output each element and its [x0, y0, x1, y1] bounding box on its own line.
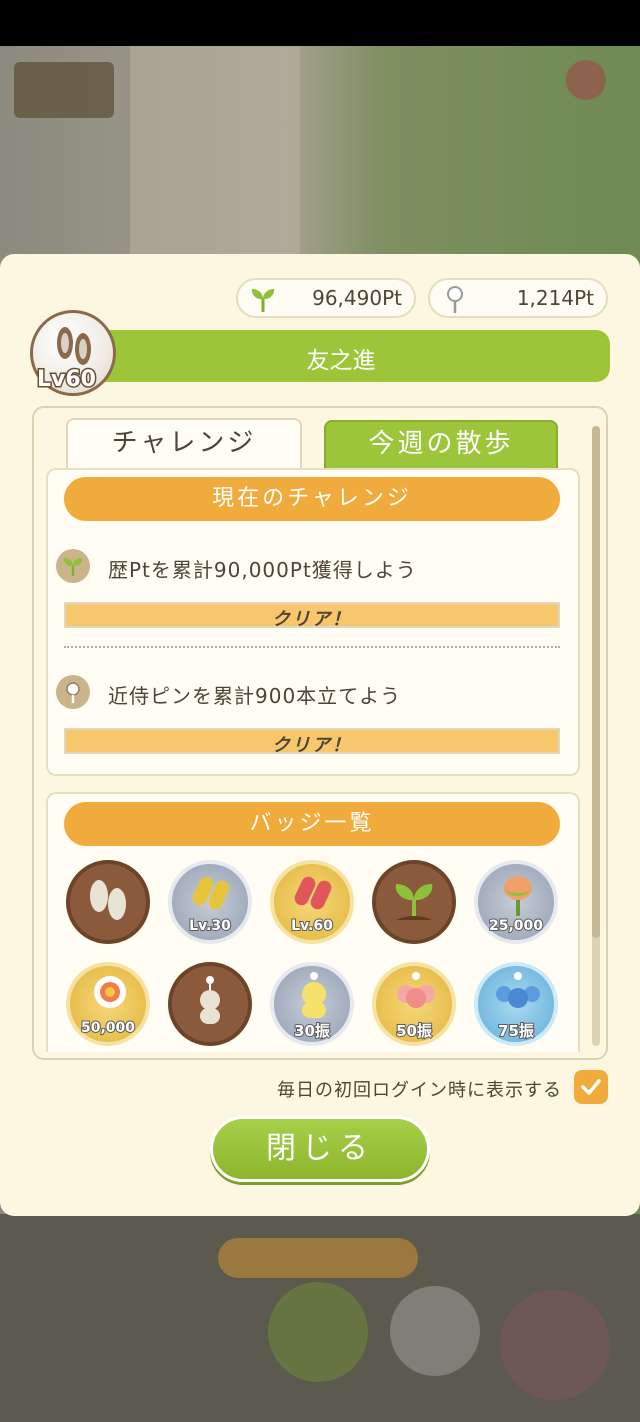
bud-icon — [504, 876, 532, 916]
sprout-icon — [56, 549, 90, 583]
status-bar — [0, 0, 640, 46]
challenge-status: クリア！ — [272, 735, 352, 756]
sandals-icon — [294, 876, 332, 910]
person-icon — [200, 976, 220, 1024]
flower-50000-badge[interactable]: 50,000 — [66, 962, 150, 1046]
footprints-icon — [90, 880, 126, 920]
background-button — [500, 1290, 610, 1400]
challenge-progress-bar: クリア！ — [64, 728, 560, 756]
checkmark-icon — [581, 1079, 601, 1095]
show-daily-checkbox[interactable] — [574, 1070, 608, 1104]
player-name: 友之進 — [306, 348, 376, 374]
background-pill — [218, 1238, 418, 1278]
sprout-badge[interactable] — [372, 860, 456, 944]
scrollbar[interactable] — [592, 426, 600, 1046]
pin-points-value: 1,214Pt — [516, 286, 594, 310]
tab-challenge[interactable]: チャレンジ — [66, 418, 302, 470]
badge-grid: Lv.30 Lv.60 25,000 50,000 30振 50振 75振 — [46, 842, 580, 1052]
tab-weekly-walk[interactable]: 今週の散歩 — [324, 420, 558, 470]
people-icon — [496, 972, 540, 1008]
background-marker — [566, 60, 606, 100]
background-button — [390, 1286, 480, 1376]
player-name-bar: 友之進 — [72, 330, 610, 382]
figure-75-badge[interactable]: 75振 — [474, 962, 558, 1046]
footprints-badge[interactable] — [66, 860, 150, 944]
figure-50-badge[interactable]: 50振 — [372, 962, 456, 1046]
figure-30-badge[interactable]: 30振 — [270, 962, 354, 1046]
challenge-text: 近侍ピンを累計900本立てよう — [108, 684, 402, 708]
pin-icon — [56, 675, 90, 709]
challenge-status: クリア！ — [272, 609, 352, 630]
show-daily-label: 毎日の初回ログイン時に表示する — [277, 1080, 562, 1101]
current-challenges-header: 現在のチャレンジ — [64, 477, 560, 521]
level-badge: Lv60 — [36, 366, 98, 394]
people-icon — [397, 972, 435, 1008]
badge-list-header: バッジ一覧 — [64, 802, 560, 846]
sprout-icon — [248, 284, 278, 314]
avatar: Lv60 — [30, 310, 116, 396]
tab-challenge-label: チャレンジ — [111, 428, 257, 458]
challenge-text: 歴Ptを累計90,000Pt獲得しよう — [108, 558, 417, 582]
close-button[interactable]: 閉じる — [210, 1116, 430, 1182]
background-sign — [14, 62, 114, 118]
bud-25000-badge[interactable]: 25,000 — [474, 860, 558, 944]
person-icon — [302, 972, 326, 1018]
sprout-points-display: 96,490Pt — [236, 278, 416, 318]
scrollbar-thumb[interactable] — [592, 426, 600, 938]
sandals-lv60-badge[interactable]: Lv.60 — [270, 860, 354, 944]
sandals-icon — [192, 876, 230, 910]
pin-points-display: 1,214Pt — [428, 278, 608, 318]
pin-icon — [440, 284, 470, 314]
sprout-points-value: 96,490Pt — [312, 286, 402, 310]
divider — [64, 646, 560, 648]
figure-badge[interactable] — [168, 962, 252, 1046]
sandals-lv30-badge[interactable]: Lv.30 — [168, 860, 252, 944]
background-button — [268, 1282, 368, 1382]
challenge-progress-bar: クリア！ — [64, 602, 560, 630]
flower-icon — [94, 976, 126, 1008]
sprout-icon — [395, 884, 433, 920]
tab-weekly-walk-label: 今週の散歩 — [368, 429, 514, 459]
